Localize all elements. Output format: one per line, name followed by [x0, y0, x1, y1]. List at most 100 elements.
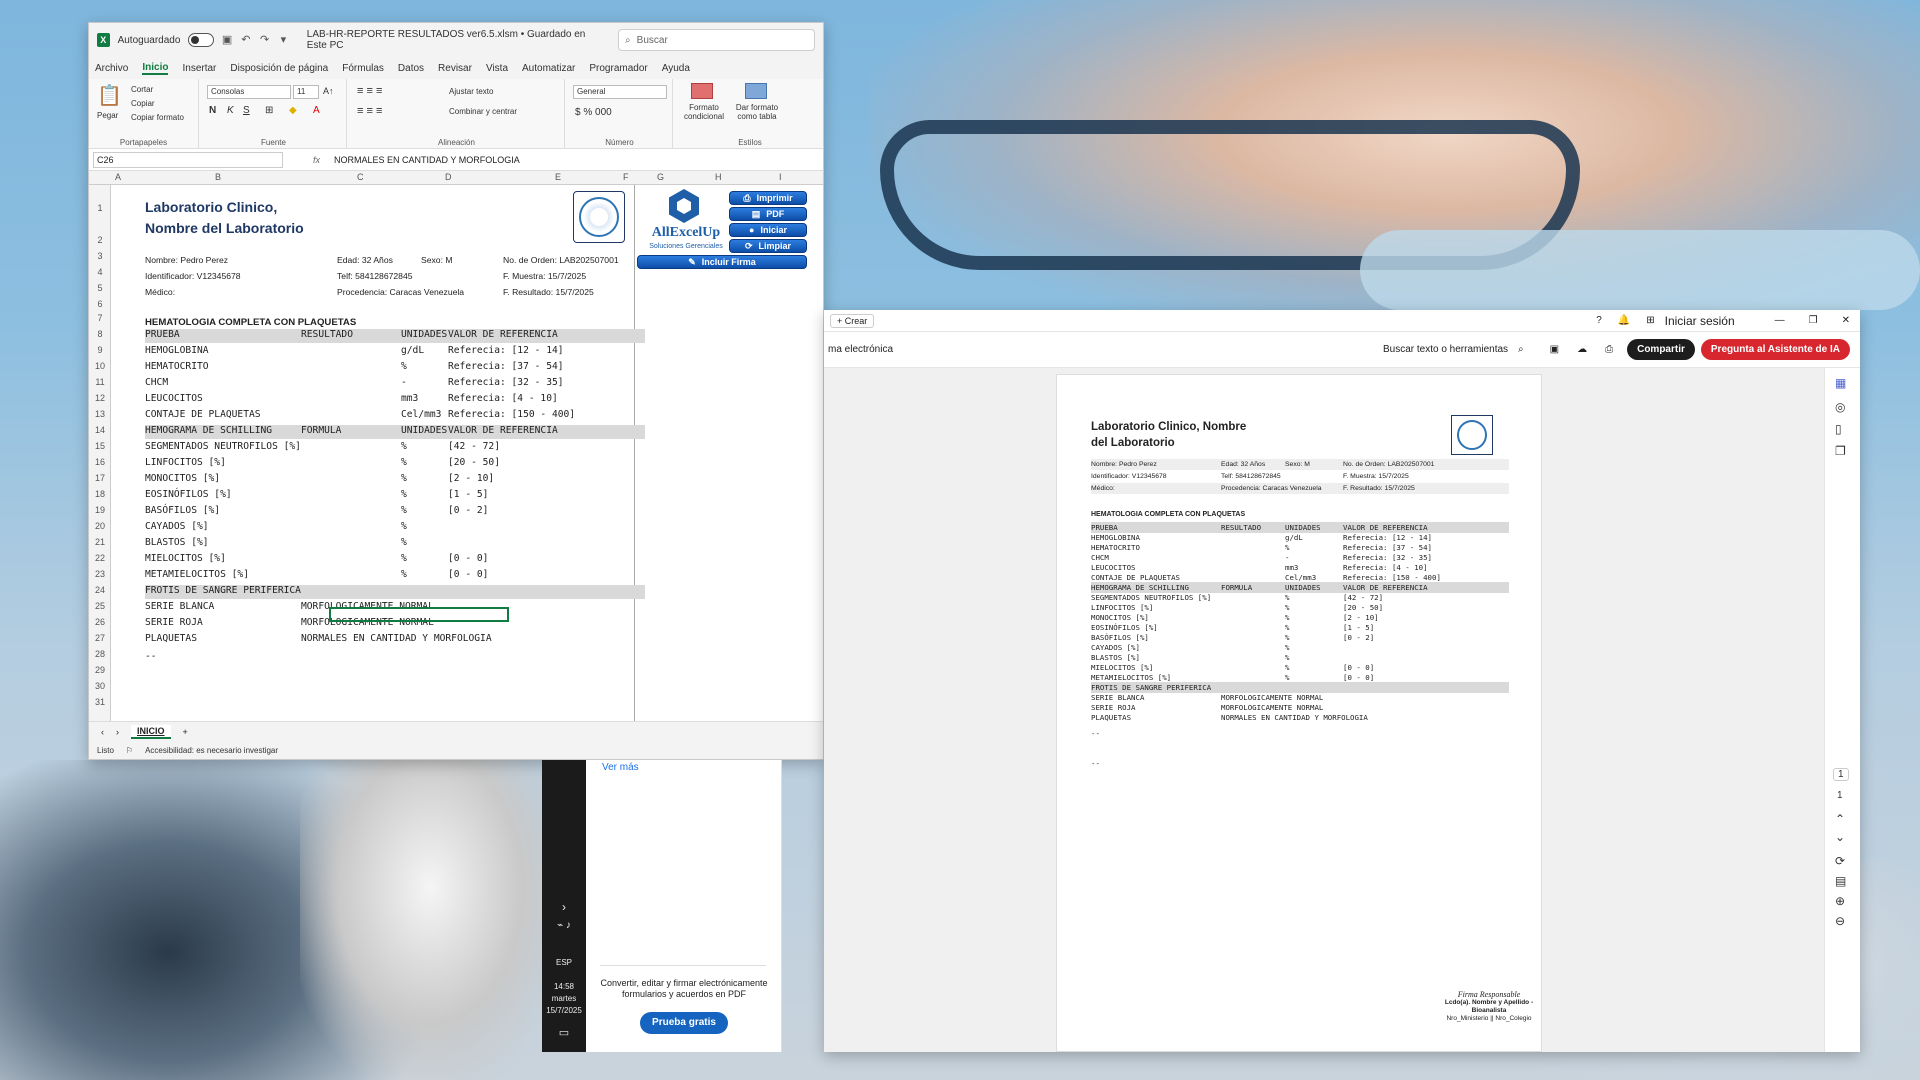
row-header[interactable]: 29 [89, 665, 111, 675]
row-header[interactable]: 2 [89, 235, 111, 245]
apps-icon[interactable]: ⊞ [1646, 315, 1654, 326]
row-header[interactable]: 26 [89, 617, 111, 627]
conditional-format-button[interactable]: Formato condicional [679, 103, 729, 121]
see-more-link[interactable]: Ver más [602, 762, 639, 773]
paste-button[interactable]: Pegar [97, 111, 118, 120]
page-down-icon[interactable]: ⌄ [1835, 830, 1845, 844]
row-header[interactable]: 6 [89, 299, 111, 309]
align-left-icon[interactable]: ≡ ≡ ≡ [357, 105, 382, 117]
wifi-volume-icon[interactable]: ⌁ ♪ [542, 920, 586, 931]
align-top-icon[interactable]: ≡ ≡ ≡ [357, 85, 382, 97]
row-header[interactable]: 7 [89, 313, 111, 323]
menu-archivo[interactable]: Archivo [95, 63, 128, 74]
row-header[interactable]: 15 [89, 441, 111, 451]
tools-search[interactable]: Buscar texto o herramientas [1383, 344, 1508, 355]
menu-formulas[interactable]: Fórmulas [342, 63, 384, 74]
col-f[interactable]: F [623, 172, 629, 182]
row-header[interactable]: 17 [89, 473, 111, 483]
italic-icon[interactable]: K [227, 105, 234, 116]
print-button[interactable]: ⎙ Imprimir [729, 191, 807, 205]
row-header[interactable]: 28 [89, 649, 111, 659]
row-header[interactable]: 12 [89, 393, 111, 403]
name-box[interactable]: C26 [93, 151, 283, 168]
signature-button[interactable]: ✎ Incluir Firma [637, 255, 807, 269]
zoom-out-icon[interactable]: ⊖ [1835, 914, 1845, 928]
row-header[interactable]: 31 [89, 697, 111, 707]
pdf-button[interactable]: ▤ PDF [729, 207, 807, 221]
bold-icon[interactable]: N [209, 105, 216, 116]
row-header[interactable]: 19 [89, 505, 111, 515]
copy-button[interactable]: Copiar [131, 99, 155, 108]
document-icon[interactable]: ▤ [1835, 874, 1846, 888]
page-number-input[interactable]: 1 [1833, 768, 1849, 781]
row-header[interactable]: 8 [89, 329, 111, 339]
pages-icon[interactable]: ❐ [1835, 444, 1846, 458]
sign-in-button[interactable]: Iniciar sesión [1665, 314, 1735, 328]
notifications-icon[interactable]: ▭ [542, 1026, 586, 1039]
row-header[interactable]: 5 [89, 283, 111, 293]
col-g[interactable]: G [657, 172, 664, 182]
clock-time[interactable]: 14:58 [542, 982, 586, 991]
menu-programador[interactable]: Programador [589, 63, 647, 74]
bell-icon[interactable]: 🔔 [1618, 315, 1630, 326]
row-header[interactable]: 13 [89, 409, 111, 419]
menu-disposicion[interactable]: Disposición de página [230, 63, 328, 74]
format-table-icon[interactable] [745, 83, 767, 99]
format-painter-button[interactable]: Copiar formato [131, 113, 184, 122]
wrap-text-button[interactable]: Ajustar texto [449, 87, 493, 96]
search-box[interactable]: ⌕ Buscar [618, 29, 816, 51]
selected-cell[interactable] [329, 607, 509, 622]
paste-icon[interactable]: 📋 [97, 83, 122, 108]
row-header[interactable]: 27 [89, 633, 111, 643]
row-header[interactable]: 24 [89, 585, 111, 595]
format-table-button[interactable]: Dar formato como tabla [731, 103, 783, 121]
row-header[interactable]: 18 [89, 489, 111, 499]
fx-icon[interactable]: fx [313, 155, 320, 165]
undo-icon[interactable]: ↶ [240, 34, 251, 46]
row-header[interactable]: 22 [89, 553, 111, 563]
font-size-select[interactable]: 11 [293, 85, 319, 99]
customize-qat-icon[interactable]: ▾ [278, 34, 289, 46]
col-h[interactable]: H [715, 172, 722, 182]
font-name-select[interactable]: Consolas [207, 85, 291, 99]
chevron-right-icon[interactable]: › [542, 900, 586, 914]
comment-icon[interactable]: ◎ [1835, 400, 1845, 414]
bookmark-icon[interactable]: ▯ [1835, 422, 1842, 436]
add-sheet-icon[interactable]: + [183, 727, 188, 737]
rotate-icon[interactable]: ⟳ [1835, 854, 1845, 868]
menu-automatizar[interactable]: Automatizar [522, 63, 575, 74]
borders-icon[interactable]: ⊞ [265, 105, 273, 116]
underline-icon[interactable]: S [243, 105, 250, 116]
pdf-canvas[interactable]: Laboratorio Clinico, Nombre del Laborato… [824, 368, 1860, 1052]
merge-center-button[interactable]: Combinar y centrar [449, 107, 517, 116]
row-header[interactable]: 4 [89, 267, 111, 277]
language-indicator[interactable]: ESP [542, 958, 586, 967]
row-header[interactable]: 11 [89, 377, 111, 387]
redo-icon[interactable]: ↷ [259, 34, 270, 46]
col-e[interactable]: E [555, 172, 561, 182]
row-header[interactable]: 14 [89, 425, 111, 435]
col-i[interactable]: I [779, 172, 782, 182]
menu-revisar[interactable]: Revisar [438, 63, 472, 74]
menu-vista[interactable]: Vista [486, 63, 508, 74]
save-icon[interactable]: ▣ [222, 34, 233, 46]
cut-button[interactable]: Cortar [131, 85, 153, 94]
row-header[interactable]: 21 [89, 537, 111, 547]
search-icon[interactable]: ⌕ [1518, 344, 1524, 355]
edit-icon[interactable]: ▦ [1835, 376, 1846, 390]
sheet-tab-inicio[interactable]: INICIO [131, 724, 171, 739]
number-format-select[interactable]: General [573, 85, 667, 99]
upload-cloud-icon[interactable]: ☁ [1577, 344, 1587, 355]
row-header[interactable]: 1 [89, 203, 111, 213]
row-header[interactable]: 30 [89, 681, 111, 691]
row-header[interactable]: 3 [89, 251, 111, 261]
conditional-format-icon[interactable] [691, 83, 713, 99]
row-header[interactable]: 16 [89, 457, 111, 467]
help-icon[interactable]: ? [1596, 315, 1602, 326]
font-color-icon[interactable]: A [313, 105, 320, 116]
minimize-icon[interactable]: — [1775, 315, 1785, 326]
row-header[interactable]: 9 [89, 345, 111, 355]
save-icon[interactable]: ▣ [1550, 344, 1559, 355]
autosave-toggle[interactable] [188, 33, 214, 47]
page-up-icon[interactable]: ⌃ [1835, 812, 1845, 826]
